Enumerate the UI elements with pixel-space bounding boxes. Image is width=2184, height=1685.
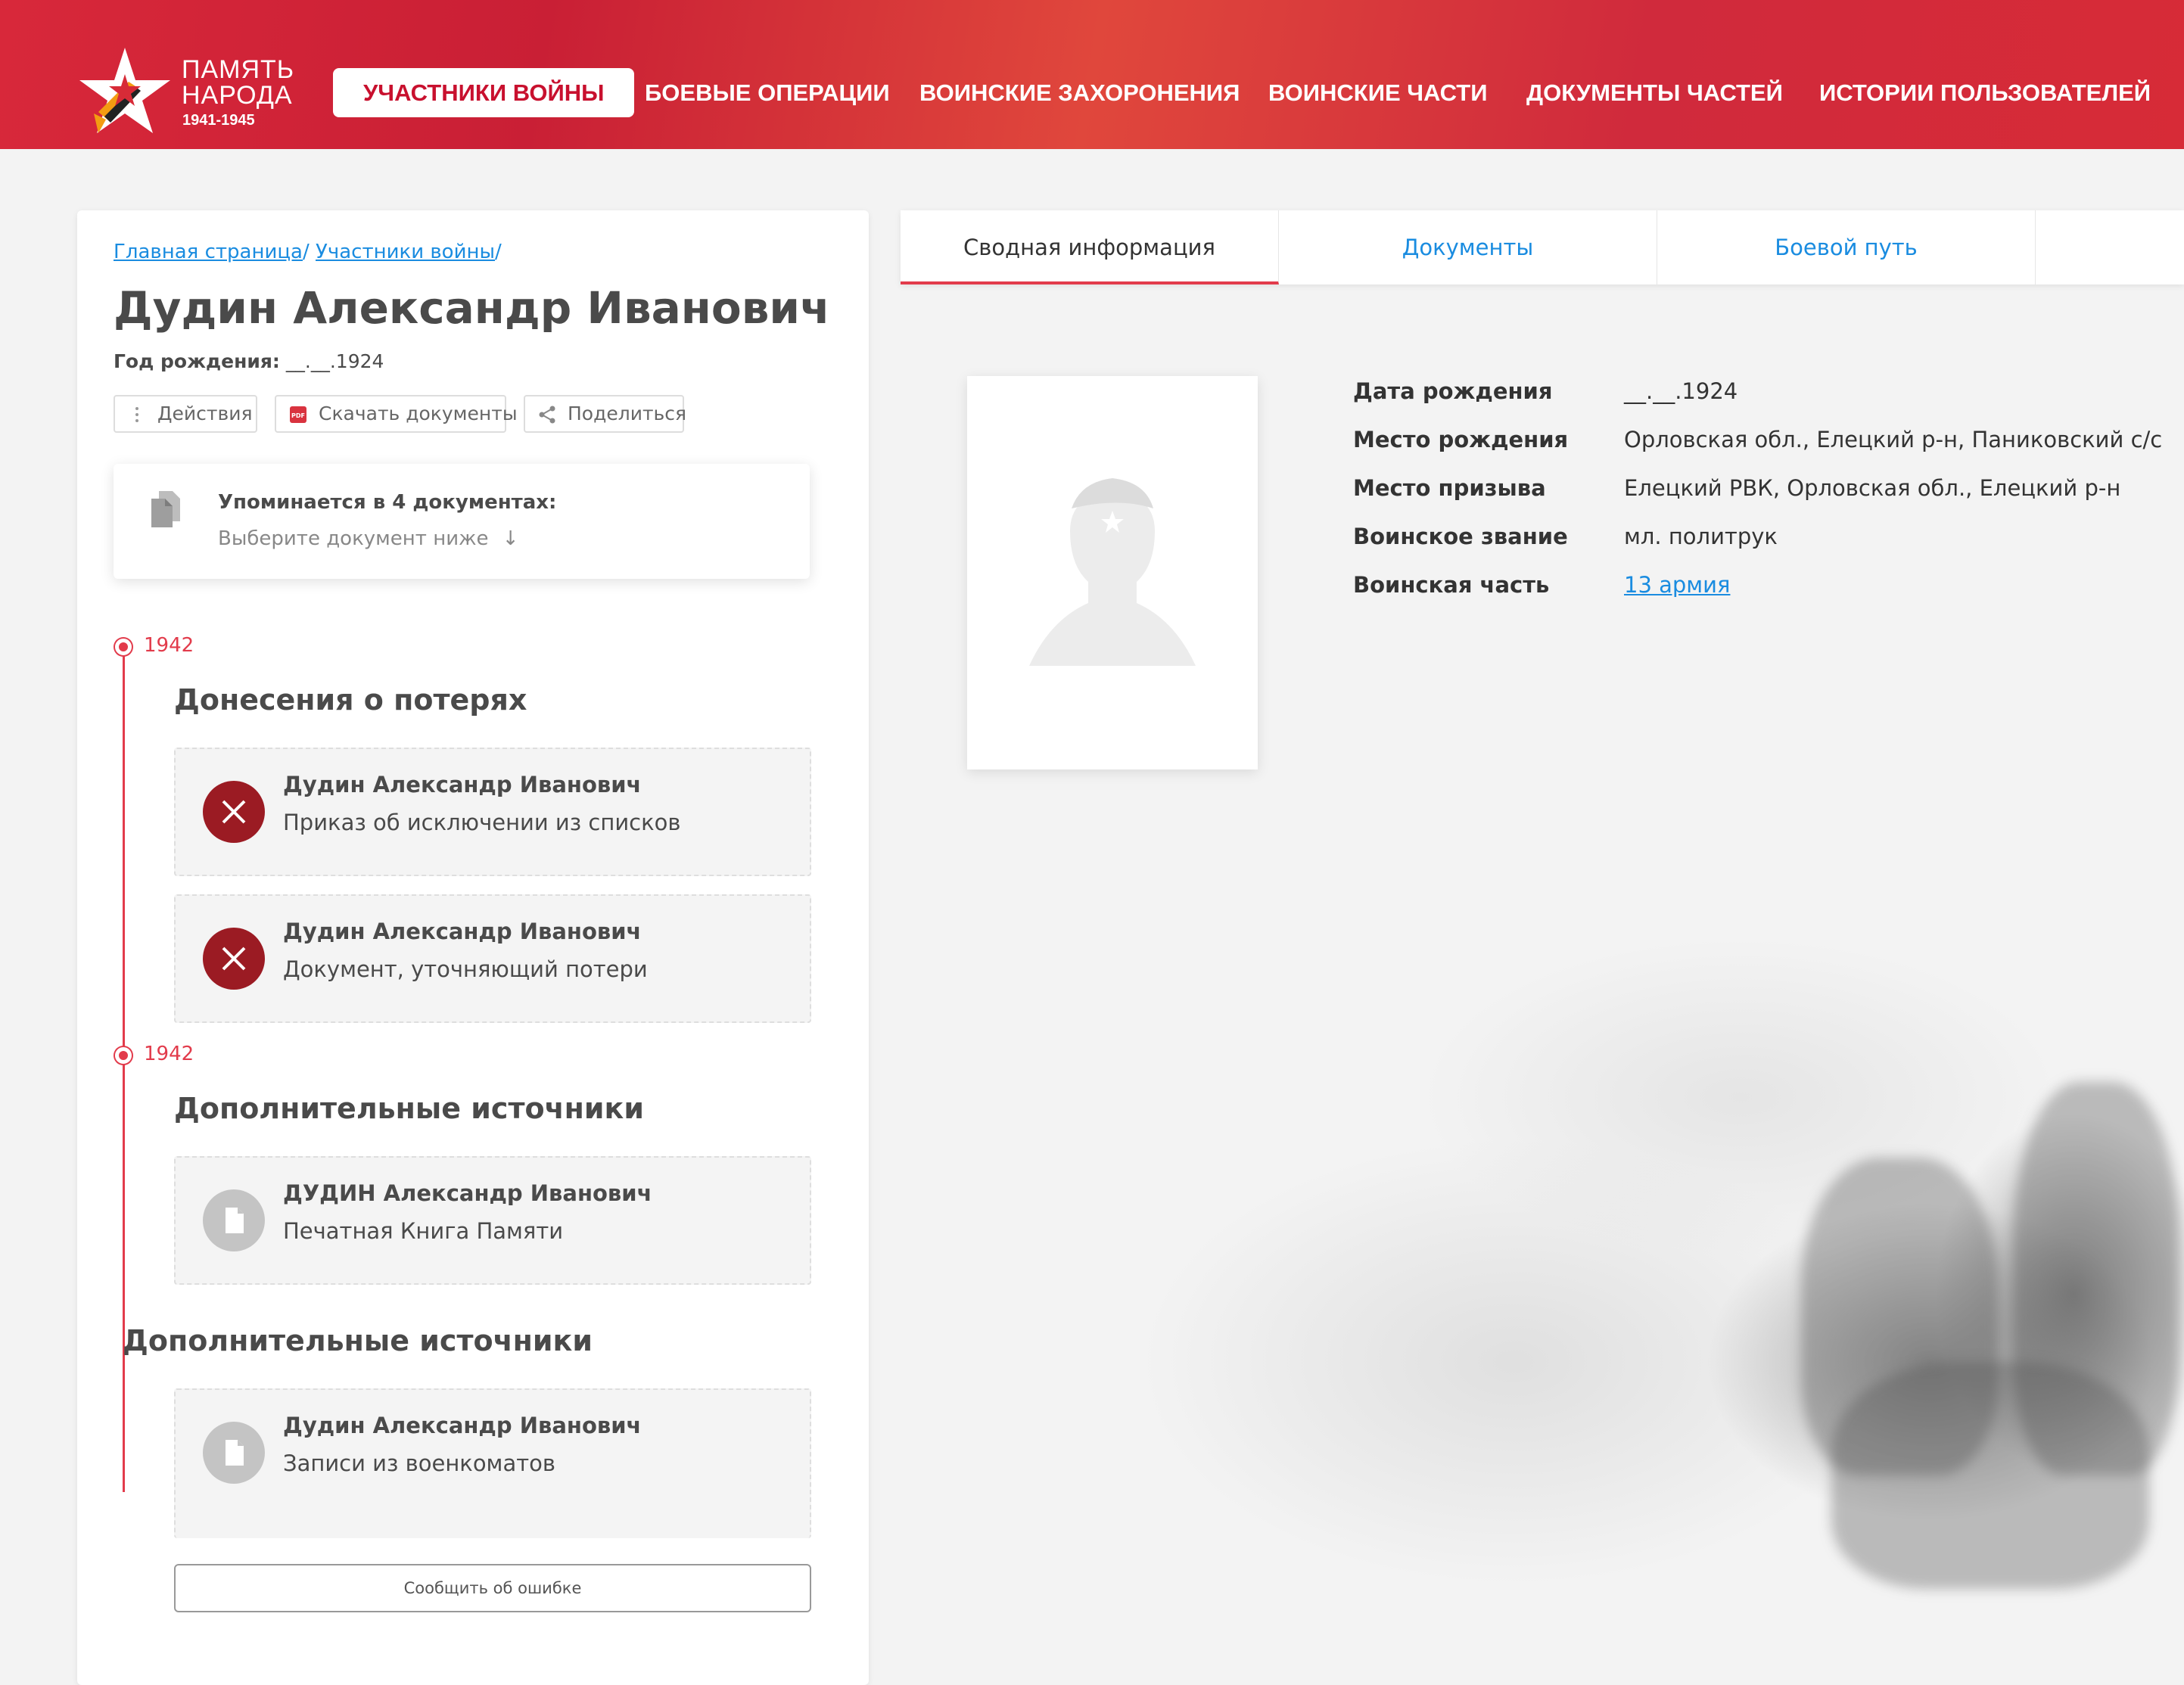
document-person-name: Дудин Александр Иванович — [283, 1413, 642, 1438]
arrow-down-icon: ↓ — [502, 527, 519, 550]
document-card[interactable]: Дудин Александр Иванович Записи из военк… — [174, 1388, 811, 1538]
document-icon — [203, 1189, 265, 1251]
actions-button[interactable]: Действия — [114, 395, 257, 433]
breadcrumb-home[interactable]: Главная страница — [114, 241, 303, 263]
document-person-name: ДУДИН Александр Иванович — [283, 1180, 652, 1206]
site-logo[interactable]: ПАМЯТЬ НАРОДА 1941-1945 — [76, 45, 303, 144]
tabs-bar: Сводная информация Документы Боевой путь — [901, 210, 2184, 284]
timeline-year: 1942 — [144, 1043, 194, 1065]
tab-summary[interactable]: Сводная информация — [901, 210, 1279, 284]
download-documents-button[interactable]: PDF Скачать документы — [275, 395, 518, 433]
info-label: Место рождения — [1353, 427, 1569, 452]
nav-combat-operations[interactable]: БОЕВЫЕ ОПЕРАЦИИ — [645, 68, 890, 117]
document-person-name: Дудин Александр Иванович — [283, 919, 642, 944]
timeline-dot — [115, 639, 132, 655]
info-value: Елецкий РВК, Орловская обл., Елецкий р-н — [1624, 475, 2121, 501]
tab-combat-path[interactable]: Боевой путь — [1657, 210, 2036, 284]
share-label: Поделиться — [568, 403, 687, 424]
document-card[interactable]: Дудин Александр Иванович Документ, уточн… — [174, 894, 811, 1023]
breadcrumb: Главная страница/ Участники войны/ — [114, 241, 502, 263]
nav-military-burials[interactable]: ВОИНСКИЕ ЗАХОРОНЕНИЯ — [919, 68, 1240, 117]
share-icon — [539, 406, 555, 424]
close-icon — [203, 928, 265, 990]
nav-military-units[interactable]: ВОИНСКИЕ ЧАСТИ — [1268, 68, 1488, 117]
nav-user-stories[interactable]: ИСТОРИИ ПОЛЬЗОВАТЕЛЕЙ — [1819, 68, 2151, 117]
breadcrumb-separator: / — [302, 241, 310, 263]
logo-text: ПАМЯТЬ НАРОДА — [182, 57, 294, 108]
mentions-subtitle-text: Выберите документ ниже — [218, 527, 489, 550]
background-war-photo — [832, 870, 2184, 1685]
info-label: Дата рождения — [1353, 378, 1553, 404]
info-label: Место призыва — [1353, 475, 1546, 501]
documents-icon — [151, 491, 180, 527]
download-label: Скачать документы — [319, 403, 518, 424]
document-card[interactable]: Дудин Александр Иванович Приказ об исклю… — [174, 748, 811, 876]
birth-year: Год рождения: __.__.1924 — [114, 350, 384, 372]
share-button[interactable]: Поделиться — [524, 395, 687, 433]
nav-unit-documents[interactable]: ДОКУМЕНТЫ ЧАСТЕЙ — [1526, 68, 1783, 117]
nav-war-participants[interactable]: УЧАСТНИКИ ВОЙНЫ — [333, 68, 635, 117]
mentions-subtitle: Выберите документ ниже ↓ — [218, 527, 519, 550]
document-type: Приказ об исключении из списков — [283, 810, 681, 835]
breadcrumb-separator: / — [495, 241, 502, 263]
document-icon — [203, 1422, 265, 1484]
document-type: Документ, уточняющий потери — [283, 956, 648, 982]
section-title-additional-sources: Дополнительные источники — [174, 1092, 644, 1125]
birth-year-value: __.__.1924 — [285, 350, 384, 372]
close-icon — [203, 781, 265, 843]
timeline-dot — [115, 1047, 132, 1064]
tab-documents[interactable]: Документы — [1279, 210, 1657, 284]
star-logo-icon — [79, 48, 170, 133]
document-type: Печатная Книга Памяти — [283, 1218, 564, 1244]
document-card[interactable]: ДУДИН Александр Иванович Печатная Книга … — [174, 1156, 811, 1285]
logo-years: 1941-1945 — [182, 112, 255, 129]
person-card: Главная страница/ Участники войны/ Дудин… — [77, 210, 869, 1685]
more-vertical-icon — [135, 407, 138, 422]
person-photo — [967, 376, 1258, 769]
document-type: Записи из военкоматов — [283, 1450, 555, 1476]
breadcrumb-participants[interactable]: Участники войны — [316, 241, 495, 263]
info-value: Орловская обл., Елецкий р-н, Паниковский… — [1624, 427, 2163, 452]
site-header: ПАМЯТЬ НАРОДА 1941-1945 УЧАСТНИКИ ВОЙНЫ … — [0, 0, 2184, 149]
report-error-button[interactable]: Сообщить об ошибке — [174, 1564, 811, 1612]
svg-text:PDF: PDF — [291, 412, 305, 419]
info-value: мл. политрук — [1624, 524, 1778, 549]
info-label: Воинское звание — [1353, 524, 1568, 549]
mentions-box: Упоминается в 4 документах: Выберите док… — [114, 464, 810, 579]
section-title-loss-reports: Донесения о потерях — [174, 683, 527, 717]
person-name: Дудин Александр Иванович — [114, 282, 830, 334]
mentions-title: Упоминается в 4 документах: — [218, 491, 557, 514]
soldier-placeholder-icon — [1029, 478, 1196, 666]
logo-line-1: ПАМЯТЬ — [182, 55, 295, 84]
military-unit-link[interactable]: 13 армия — [1624, 572, 1730, 598]
timeline-line — [123, 645, 125, 1492]
birth-year-label: Год рождения: — [114, 350, 280, 372]
document-person-name: Дудин Александр Иванович — [283, 772, 642, 797]
pdf-icon: PDF — [290, 406, 306, 423]
info-label: Воинская часть — [1353, 572, 1550, 598]
section-title-additional-sources: Дополнительные источники — [123, 1324, 593, 1357]
info-value: __.__.1924 — [1624, 378, 1738, 404]
logo-line-2: НАРОДА — [182, 81, 293, 110]
timeline-year: 1942 — [144, 634, 194, 657]
actions-label: Действия — [157, 403, 253, 424]
